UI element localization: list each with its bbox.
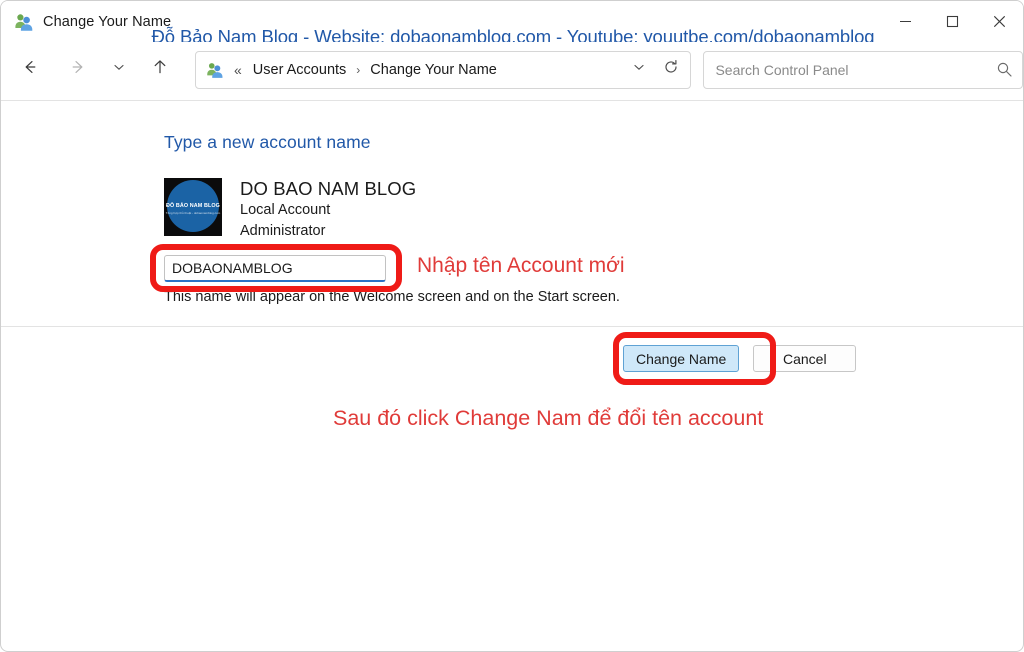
account-role: Administrator bbox=[240, 223, 326, 239]
back-arrow-icon bbox=[21, 58, 39, 81]
address-bar-row: « User Accounts › Change Your Name bbox=[1, 42, 1023, 97]
recent-locations-button[interactable] bbox=[106, 52, 132, 88]
annotation-text-input: Nhập tên Account mới bbox=[417, 254, 625, 277]
dialog-buttons: Change Name Cancel bbox=[623, 345, 857, 372]
avatar: ĐỖ BẢO NAM BLOG Tổng hợp thủ thuật - dob… bbox=[164, 178, 222, 236]
new-account-name-input[interactable] bbox=[164, 255, 386, 282]
breadcrumb-overflow[interactable]: « bbox=[234, 62, 242, 78]
account-display-name: DO BAO NAM BLOG bbox=[240, 178, 417, 199]
forward-button[interactable] bbox=[60, 52, 96, 88]
content-footer-separator bbox=[1, 326, 1023, 327]
avatar-brand-subtitle: Tổng hợp thủ thuật - dobaonamblog.com bbox=[165, 211, 221, 215]
toolbar-separator bbox=[1, 100, 1023, 101]
refresh-icon bbox=[663, 59, 679, 80]
address-bar[interactable]: « User Accounts › Change Your Name bbox=[195, 50, 692, 89]
address-user-accounts-icon bbox=[206, 61, 224, 79]
chevron-down-icon bbox=[112, 60, 126, 79]
change-name-button[interactable]: Change Name bbox=[623, 345, 740, 372]
refresh-button[interactable] bbox=[654, 52, 688, 88]
search-input[interactable] bbox=[715, 61, 966, 78]
change-your-name-window: Change Your Name Đỗ Bảo Nam Blog - Websi… bbox=[0, 0, 1024, 652]
up-button[interactable] bbox=[142, 52, 178, 88]
up-arrow-icon bbox=[151, 58, 169, 81]
forward-arrow-icon bbox=[69, 58, 87, 81]
account-info: DO BAO NAM BLOG Local Account Administra… bbox=[240, 178, 416, 242]
address-dropdown-button[interactable] bbox=[624, 52, 654, 88]
search-control-panel-box[interactable] bbox=[703, 50, 1023, 89]
breadcrumb-separator: › bbox=[356, 62, 361, 77]
page-title: Type a new account name bbox=[164, 132, 371, 152]
back-button[interactable] bbox=[12, 52, 48, 88]
account-type: Local Account bbox=[240, 202, 331, 218]
new-name-field-wrapper bbox=[164, 255, 386, 282]
breadcrumb-user-accounts[interactable]: User Accounts bbox=[250, 60, 350, 80]
search-icon[interactable] bbox=[986, 52, 1022, 88]
breadcrumb-change-your-name[interactable]: Change Your Name bbox=[367, 60, 500, 80]
account-summary: ĐỖ BẢO NAM BLOG Tổng hợp thủ thuật - dob… bbox=[164, 178, 416, 242]
cancel-button[interactable]: Cancel bbox=[753, 345, 857, 372]
name-field-hint: This name will appear on the Welcome scr… bbox=[164, 289, 620, 305]
avatar-brand-text: ĐỖ BẢO NAM BLOG bbox=[166, 203, 220, 209]
chevron-down-icon bbox=[632, 60, 646, 79]
annotation-text-bottom: Sau đó click Change Nam để đổi tên accou… bbox=[333, 406, 764, 430]
